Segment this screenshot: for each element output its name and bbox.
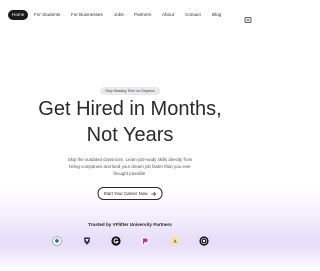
pink-stack-logo [140, 236, 150, 246]
nav-blog[interactable]: Blog [212, 11, 221, 19]
shield-emblem-logo [82, 236, 92, 246]
start-career-button-label: Start Your Career Now [103, 191, 148, 196]
hero-badge: Stop Wasting Time on Degrees [100, 87, 160, 95]
top-navbar: Home For Students For Businesses Jobs Pa… [0, 0, 260, 30]
partners-title: Trusted by VFlitter University Partners [88, 222, 172, 227]
hero-title-line-1: Get Hired in Months, [38, 98, 222, 120]
g-circle-logo [111, 236, 121, 246]
nav-about[interactable]: About [162, 11, 174, 19]
hero-title: Get Hired in Months, Not Years [0, 96, 260, 148]
nav-contact[interactable]: Contact [185, 11, 201, 19]
start-career-button[interactable]: Start Your Career Now [97, 187, 163, 200]
hero-title-line-2: Not Years [86, 124, 174, 146]
svg-text:A: A [172, 239, 177, 245]
nav-partners[interactable]: Partners [134, 11, 151, 19]
university-crest-logo [52, 236, 62, 246]
gold-emblem-logo: A [170, 236, 180, 246]
nav-jobs[interactable]: Jobs [114, 11, 124, 19]
nav-for-students[interactable]: For Students [34, 11, 60, 19]
grid-menu-icon[interactable] [244, 11, 252, 23]
round-crest-logo [199, 236, 209, 246]
nav-home[interactable]: Home [8, 10, 29, 20]
arrow-right-icon [151, 191, 156, 196]
nav-for-businesses[interactable]: For Businesses [71, 11, 103, 19]
hero-subtitle: Skip the outdated classroom. Learn job-r… [67, 157, 193, 176]
